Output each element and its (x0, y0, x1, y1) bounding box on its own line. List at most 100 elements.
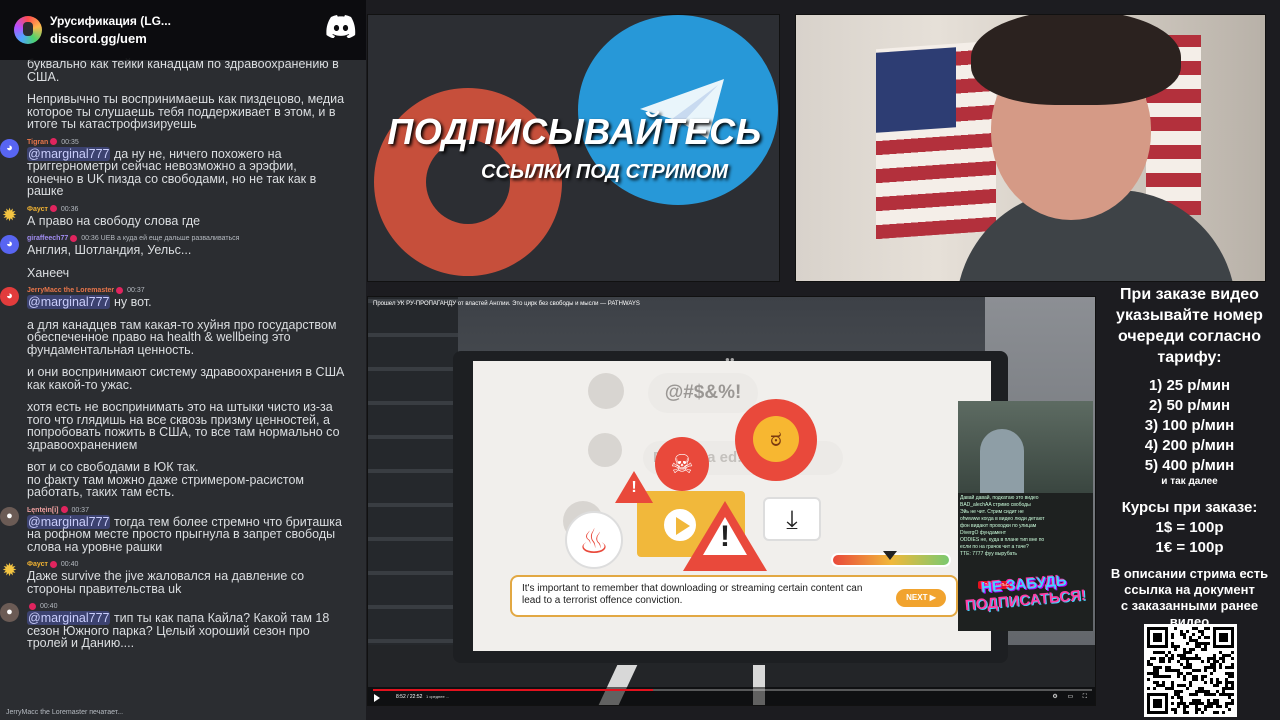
order-info-panel: При заказе видео указывайте номер очереди … (1099, 284, 1280, 720)
video-player[interactable]: Прошел УК РУ-ПРОПАГАНДУ от властей Англи… (367, 296, 1096, 706)
discord-chat-panel: буквально как тейки канадцам по здравоох… (0, 0, 366, 720)
stream-layout: буквально как тейки канадцам по здравоох… (0, 0, 1280, 720)
tariff-item: 4) 200 р/мин (1144, 437, 1235, 454)
message-header: Ŀęntęìn[i] 00:37 (27, 505, 362, 516)
player-controls[interactable]: 8:52 / 22:52 1 среднее ... ⚙ ▭ ⛶ (368, 687, 1095, 705)
discord-invite-banner[interactable]: Урусификация (LG... discord.gg/uem (0, 0, 366, 60)
invite-link[interactable]: discord.gg/uem (50, 30, 171, 47)
avatar[interactable]: ✹ (0, 206, 19, 225)
discord-logo-icon (326, 15, 356, 38)
promo-subheadline: ССЫЛКИ ПОД СТРИМОМ (480, 161, 729, 183)
message-text: Непривычно ты воспринимаешь как пиздецов… (27, 92, 345, 106)
chat-message: ✹ Фауст 00:36 А право на свободу слова где (0, 204, 366, 228)
message-text: вот и со свободами в ЮК так. (27, 460, 199, 474)
message-header: Фауст 00:36 (27, 204, 362, 215)
rate-item: 1$ = 100р (1155, 519, 1224, 536)
avatar[interactable]: ● (0, 603, 19, 622)
notice-text: It's important to remember that download… (522, 583, 863, 606)
pip-chat-line: Эйь не чит. Стрим сидит не (960, 509, 1024, 515)
avatar[interactable]: ● (0, 506, 19, 526)
chat-message: ◕ giraffeech77 00:36 UEB а куда ей еще да… (0, 233, 366, 279)
tariff-list: 1) 25 р/мин 2) 50 р/мин 3) 100 р/мин 4) 200… (1099, 376, 1280, 476)
chat-message: ◕ JerryMacc the Loremaster 00:37 @marginal… (0, 285, 366, 499)
role-badge-icon (29, 602, 36, 610)
angry-face-icon: ಠ (735, 399, 817, 481)
avatar[interactable]: ◕ (0, 287, 19, 306)
server-icon (14, 16, 42, 44)
username[interactable]: Фауст (27, 206, 48, 213)
censored-symbols: @#$&%! (648, 373, 758, 413)
typing-indicator: JerryMacc the Loremaster печатает... (0, 706, 366, 720)
message-text: А право на свободу слова где (27, 213, 201, 228)
role-badge-icon (70, 234, 78, 242)
streamer-webcam (795, 14, 1266, 282)
timestamp: 00:35 (59, 138, 79, 146)
chat-message: ◕ Tigran 00:35 @marginal777 да ну не, ниче… (0, 137, 366, 198)
user-mention[interactable]: @marginal777 (27, 611, 111, 625)
skull-icon: ☠ (655, 437, 709, 491)
username[interactable]: Tigran (27, 139, 48, 146)
download-icon: ⤓ (763, 497, 821, 541)
username[interactable]: Ŀęntęìn[i] (27, 507, 59, 514)
exchange-rates: 1$ = 100р 1€ = 100р (1099, 518, 1280, 558)
message-text: на рофном месте просто прыгнула в запрет… (27, 527, 336, 541)
subscribe-sticker: НЕ ЗАБУДЬ ПОДПИСАТЬСЯ! (964, 572, 1087, 615)
reply-preview: UEB а куда ей еще дальше разваливаться (98, 235, 240, 242)
order-instructions: При заказе видео указывайте номер очереди … (1099, 284, 1280, 368)
next-button[interactable]: NEXT ▶ (896, 589, 946, 607)
picture-in-picture-stream: Давай давай, подкатаю это видео BAD_alech… (958, 401, 1093, 631)
subscribe-promo-panel: ПОДПИСЫВАЙТЕСЬ ССЫЛКИ ПОД СТРИМОМ (367, 14, 780, 282)
user-mention[interactable]: @marginal777 (27, 295, 111, 309)
timestamp: 00:36 (79, 235, 99, 242)
timestamp: 00:37 (125, 287, 145, 294)
instruction-line: указывайте номер (1116, 307, 1263, 324)
message-text: триггернометри сейчас невозможно а эрэфи… (27, 159, 297, 173)
message-text: стороны правительства uk (27, 581, 182, 596)
avatar[interactable]: ◕ (0, 235, 19, 254)
chat-message: ● 00:40 @marginal777 тип ты как папа Кайл… (0, 601, 366, 650)
pip-chat-line: ODDIES не, куда в плане тип вне по (960, 537, 1045, 543)
tariff-item: 2) 50 р/мин (1148, 397, 1231, 414)
username[interactable]: Фауст (27, 561, 48, 568)
message-text: фундаментальная ценность. (27, 342, 195, 357)
message-text: работать, таких там есть. (27, 485, 175, 499)
tariff-item: 5) 400 р/мин (1144, 457, 1235, 474)
pip-chat-line: BAD_alechAA стримо свободы (960, 502, 1031, 508)
message-text: здравоохранением (27, 437, 138, 452)
message-text: как какой-то ужас. (27, 377, 133, 392)
message-text: хотя есть не воспринимать это на штыки ч… (27, 400, 333, 414)
qr-code-icon[interactable] (1144, 624, 1237, 717)
rate-item: 1€ = 100р (1155, 539, 1224, 556)
instruction-line: тарифу: (1157, 349, 1222, 366)
chat-message-list: буквально как тейки канадцам по здравоох… (0, 58, 366, 656)
server-name: Урусификация (LG... (50, 14, 171, 28)
tariff-more: и так далее (1161, 476, 1218, 487)
timestamp: 00:40 (38, 603, 58, 610)
player-settings-icons[interactable]: ⚙ ▭ ⛶ (1052, 693, 1091, 701)
instruction-line: очереди согласно (1117, 328, 1261, 345)
role-badge-icon (49, 205, 57, 213)
message-text: @marginal777 тип ты как папа Кайла? Како… (27, 611, 330, 625)
pip-chat-line: если по на грачок чит а таче? (960, 544, 1029, 550)
progress-bar[interactable] (373, 689, 1092, 691)
pip-chat-line: TTE: 7777 фуу вырубать (960, 551, 1018, 557)
pip-chat-line: ohwwww когда в видео люди детают (960, 516, 1045, 522)
avatar[interactable]: ◕ (0, 138, 19, 158)
instruction-line: При заказе видео (1120, 286, 1259, 303)
message-text: Ханееч (27, 265, 70, 280)
avatar[interactable]: ✹ (0, 561, 19, 580)
chapter-label: 1 среднее ... (426, 694, 450, 699)
message-text: Англия, Шотландия, Уельс... (27, 243, 192, 257)
message-text: итоге ты катастрофизируешь (27, 117, 197, 131)
message-text: США. (27, 69, 60, 84)
chat-message: ● Ŀęntęìn[i] 00:37 @marginal777 тогда тем … (0, 505, 366, 554)
username[interactable]: giraffeech77 (27, 235, 68, 242)
message-text: @marginal777 ну вот. (27, 295, 152, 309)
role-badge-icon (49, 560, 57, 568)
note-line: В описании стрима есть (1110, 566, 1269, 581)
play-pause-icon[interactable] (374, 694, 380, 702)
timestamp: 00:40 (58, 561, 79, 568)
tariff-item: 3) 100 р/мин (1144, 417, 1235, 434)
description-note: В описании стрима есть ссылка на документ… (1099, 566, 1280, 630)
username[interactable]: JerryMacc the Loremaster (27, 287, 114, 294)
